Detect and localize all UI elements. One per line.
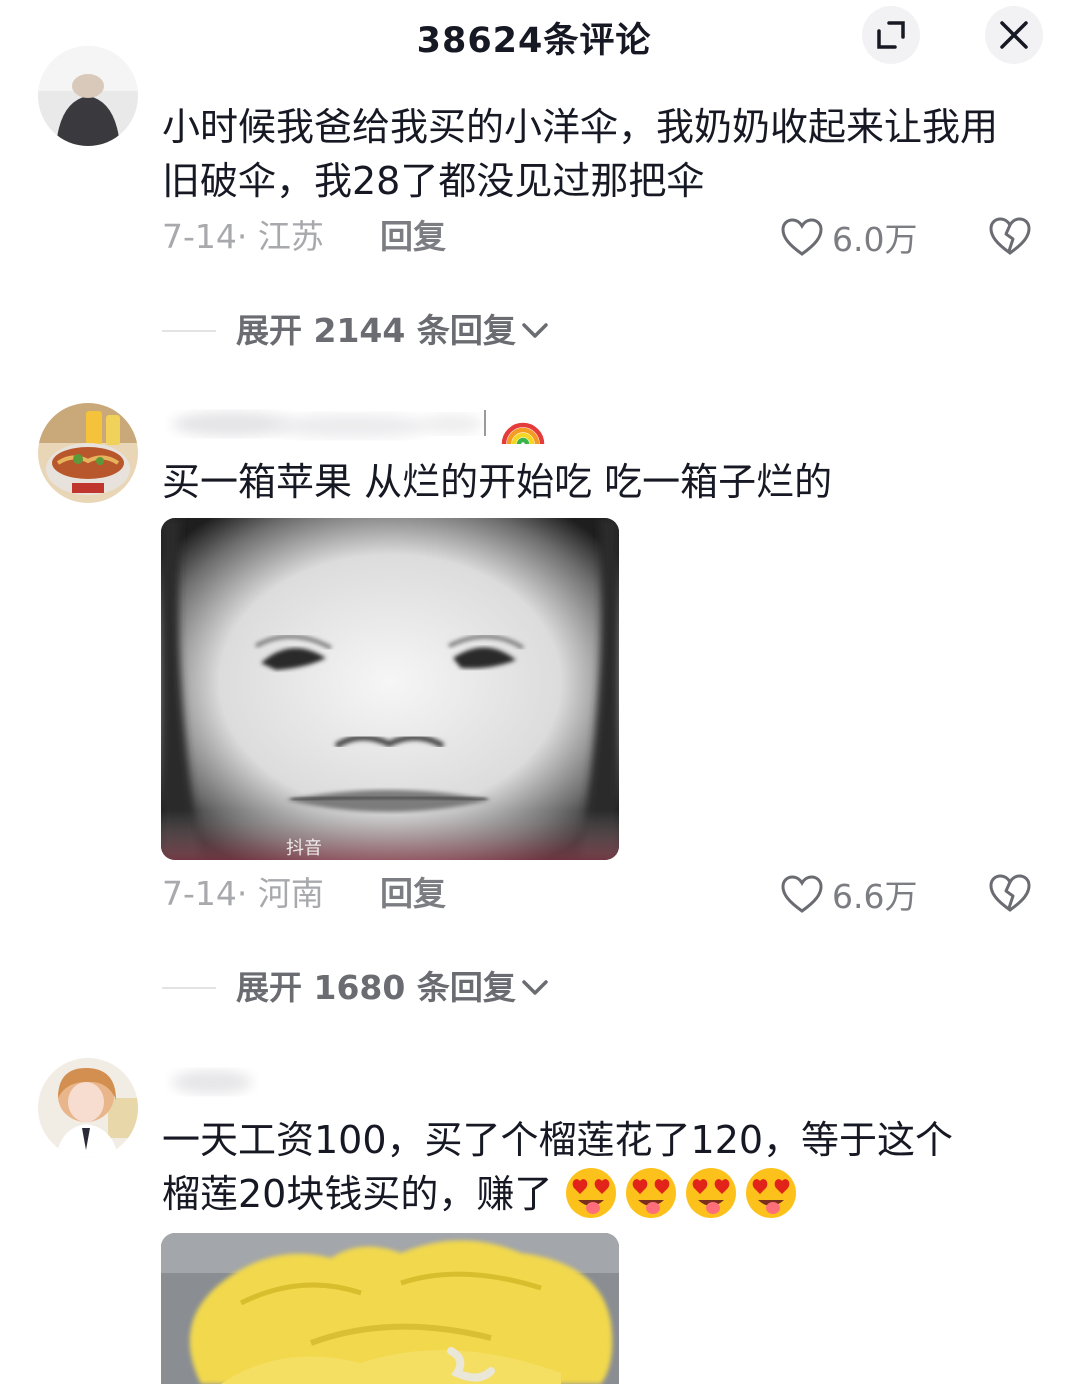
comment-text: 买一箱苹果 从烂的开始吃 吃一箱子烂的 xyxy=(162,460,833,504)
comment-text: 小时候我爸给我买的小洋伞，我奶奶收起来让我用旧破伞，我28了都没见过那把伞 xyxy=(162,105,999,203)
comment-meta: 7-14· 江苏 回复 6.0万 xyxy=(162,213,1042,261)
heart-eyes-tongue-emoji-icon xyxy=(566,1167,617,1218)
comment-date-location: 7-14· 河南 xyxy=(162,874,324,913)
dislike-button[interactable] xyxy=(988,215,1032,261)
close-icon xyxy=(1000,21,1028,49)
avatar[interactable] xyxy=(38,46,138,146)
comment-image-meme[interactable]: 抖音 xyxy=(161,518,619,860)
durian-photo xyxy=(161,1233,619,1384)
expand-button[interactable] xyxy=(862,6,920,64)
username[interactable] xyxy=(162,400,562,445)
reply-button[interactable]: 回复 xyxy=(380,870,446,918)
expand-divider xyxy=(162,987,216,989)
username[interactable] xyxy=(162,1060,362,1104)
broken-heart-icon xyxy=(989,874,1031,912)
like-button[interactable]: 6.6万 xyxy=(780,870,917,918)
expand-replies-button[interactable]: 展开 1680 条回复 xyxy=(162,964,582,1012)
chevron-down-icon xyxy=(522,323,548,338)
avatar[interactable] xyxy=(38,403,138,503)
close-button[interactable] xyxy=(985,6,1043,64)
expand-replies-label: 展开 2144 条回复 xyxy=(236,311,516,350)
heart-eyes-tongue-emoji-icon xyxy=(626,1167,677,1218)
expand-replies-label: 展开 1680 条回复 xyxy=(236,968,516,1007)
collapse-expand-icon xyxy=(877,21,905,49)
comment-meta: 7-14· 河南 回复 6.6万 xyxy=(162,870,1042,918)
comment-text: 一天工资100，买了个榴莲花了120，等于这个 榴莲20块钱买的，赚了 xyxy=(162,1113,1022,1224)
watermark-text: 抖音 xyxy=(286,838,322,859)
reply-button[interactable]: 回复 xyxy=(380,213,446,261)
comments-header: 38624条评论 xyxy=(0,0,1068,80)
rainbow-icon xyxy=(501,422,545,445)
dislike-button[interactable] xyxy=(988,872,1032,918)
meme-face-image: 抖音 xyxy=(161,518,619,860)
blurred-username xyxy=(172,1070,252,1094)
heart-eyes-tongue-emoji-icon xyxy=(746,1167,797,1218)
broken-heart-icon xyxy=(989,217,1031,255)
comment-text-line: 一天工资100，买了个榴莲花了120，等于这个 xyxy=(162,1118,954,1162)
avatar[interactable] xyxy=(38,1058,138,1158)
blurred-username xyxy=(172,410,486,438)
like-count: 6.0万 xyxy=(832,220,918,259)
like-count: 6.6万 xyxy=(832,877,918,916)
expand-divider xyxy=(162,330,216,332)
like-button[interactable]: 6.0万 xyxy=(780,213,917,261)
comment-date-location: 7-14· 江苏 xyxy=(162,217,324,256)
expand-replies-button[interactable]: 展开 2144 条回复 xyxy=(162,307,582,355)
comment-image-durian[interactable] xyxy=(161,1233,619,1384)
heart-icon xyxy=(781,875,823,913)
comment-text-line: 榴莲20块钱买的，赚了 xyxy=(162,1167,1022,1224)
heart-eyes-tongue-emoji-icon xyxy=(686,1167,737,1218)
comment-text-segment: 榴莲20块钱买的，赚了 xyxy=(162,1172,553,1216)
heart-icon xyxy=(781,218,823,256)
chevron-down-icon xyxy=(522,980,548,995)
